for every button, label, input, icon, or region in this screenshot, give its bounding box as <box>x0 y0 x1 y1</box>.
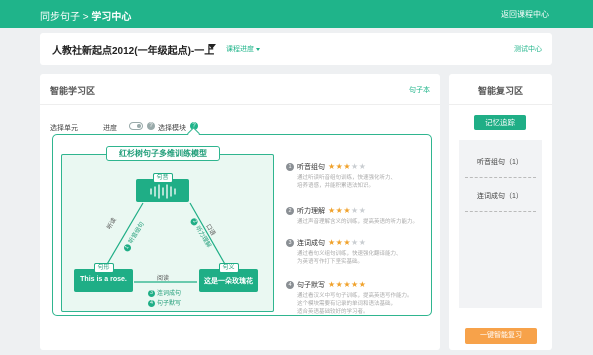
edge-label-reading: 阅读 <box>157 276 170 282</box>
node-meaning: 句义 这是一朵玫瑰花 <box>199 263 258 292</box>
skill-number: 2 <box>286 207 294 216</box>
star-rating: ★★★★★ <box>328 162 367 171</box>
number-badge: 4 <box>148 299 155 307</box>
review-list: 听音组句（1） 连词成句（1） <box>459 140 542 308</box>
skill-label: 句子默写 <box>297 282 325 289</box>
node-sentence-zh: 这是一朵玫瑰花 <box>204 278 253 285</box>
edge-label-word-to-sentence: 3 连词成句 <box>148 288 181 297</box>
skill-description: 通过声音理解含义的训练，提高英语的听力能力。 <box>297 219 419 225</box>
skill-label: 连词成句 <box>297 240 325 247</box>
one-key-review-button[interactable]: 一键智能复习 <box>465 328 537 344</box>
skill-label: 听力理解 <box>297 208 325 215</box>
divider <box>465 177 536 178</box>
skill-item: 1 听音组句 ★★★★★ 通过听读听音组句训练，快速强化听力、 培养语感，并能积累语法… <box>286 162 426 190</box>
skill-label: 听音组句 <box>297 164 325 171</box>
model-title: 红杉树句子多维训练模型 <box>106 146 220 161</box>
skill-item: 3 连词成句 ★★★★★ 通过看句义组句训练，快速强化翻译能力、 为英语写作打下坚实基… <box>286 238 426 266</box>
node-sentence-en: This is a rose. <box>80 276 127 283</box>
skill-number: 1 <box>286 163 294 172</box>
node-sound: 句音 <box>136 173 189 202</box>
soundwave-icon <box>150 184 176 199</box>
panel-title: 智能复习区 <box>477 86 523 96</box>
skill-description: 通过看句义组句训练，快速强化翻译能力、 为英语写作打下坚实基础。 <box>297 251 402 265</box>
skill-item: 4 句子默写 ★★★★★ 通过看汉义中写句子训练，提高英语写作能力。 这个模块需要有记… <box>286 280 426 316</box>
star-rating: ★★★★★ <box>328 280 367 289</box>
number-badge: 3 <box>148 289 155 297</box>
skill-description: 通过看汉义中写句子训练，提高英语写作能力。 这个模块需要有记录的单词和语法基础，适… <box>297 293 413 315</box>
skill-number: 3 <box>286 239 294 248</box>
smart-review-panel: 智能复习区 记忆追踪 听音组句（1） 连词成句（1） 一键智能复习 <box>449 74 552 350</box>
node-form: 句形 This is a rose. <box>74 263 133 292</box>
node-tag: 句义 <box>218 263 239 273</box>
skill-item: 2 听力理解 ★★★★★ 通过声音理解含义的训练，提高英语的听力能力。 <box>286 206 426 226</box>
memory-tracking-button[interactable]: 记忆追踪 <box>474 115 526 130</box>
edge-label-dictation: 4 句子默写 <box>148 298 181 307</box>
review-item-word-to-sentence[interactable]: 连词成句（1） <box>477 191 523 201</box>
divider <box>449 104 552 105</box>
node-tag: 句形 <box>93 263 114 273</box>
divider <box>465 211 536 212</box>
skill-description: 通过听读听音组句训练，快速强化听力、 培养语感，并能积累语法知识。 <box>297 175 397 189</box>
star-rating: ★★★★★ <box>328 238 367 247</box>
review-item-listen-assemble[interactable]: 听音组句（1） <box>477 157 523 167</box>
skill-number: 4 <box>286 281 294 290</box>
star-rating: ★★★★★ <box>328 206 367 215</box>
